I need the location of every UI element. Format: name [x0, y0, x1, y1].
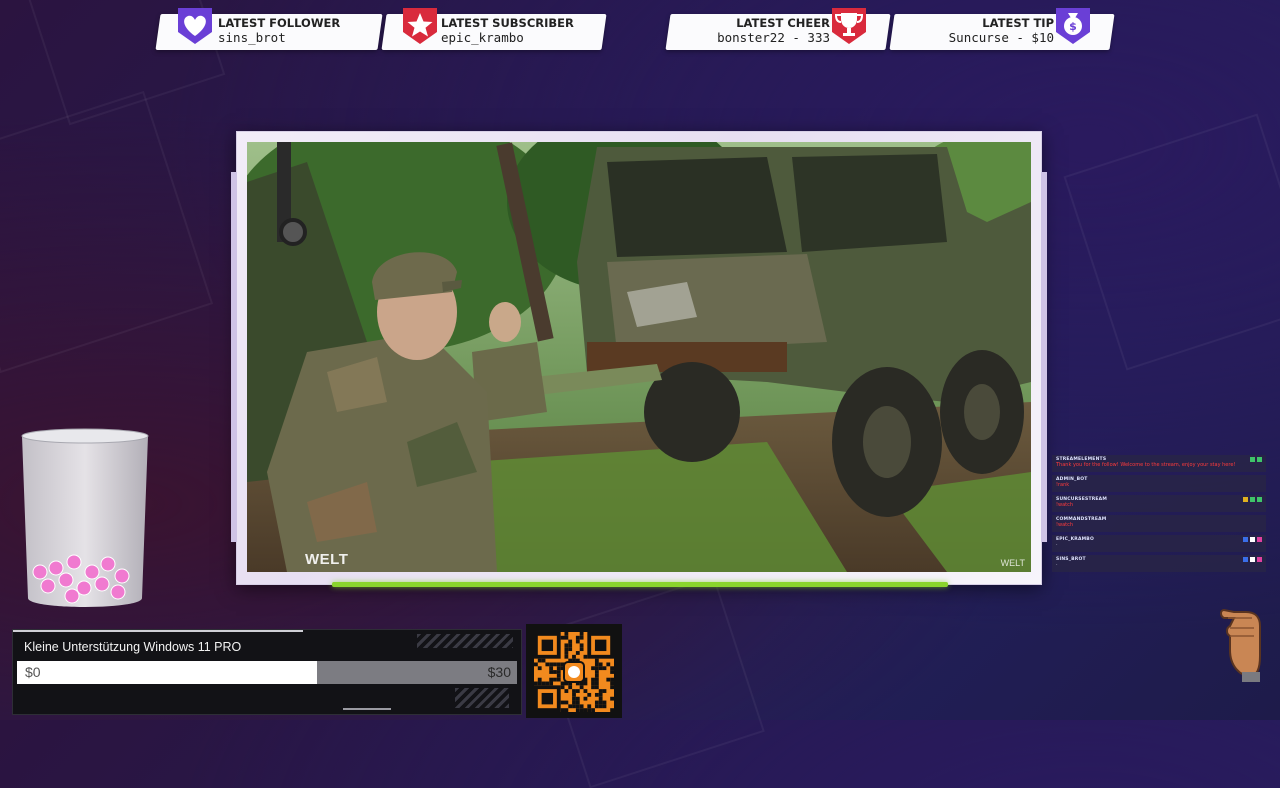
- chat-badge-icon: [1257, 557, 1262, 562]
- goal-bottom-line: [343, 708, 391, 710]
- chat-badges: [1243, 557, 1262, 562]
- money-bag-icon: $: [1056, 8, 1090, 44]
- chat-badges: [1243, 497, 1262, 502]
- heart-icon: [178, 8, 212, 44]
- goal-min-value: $0: [25, 664, 41, 680]
- latest-subscriber-value: epic_krambo: [441, 30, 524, 45]
- video-scene: [247, 142, 1031, 572]
- chat-badge-icon: [1257, 457, 1262, 462]
- latest-follower-title: LATEST FOLLOWER: [218, 16, 341, 30]
- pointing-hand-icon: [1220, 608, 1261, 682]
- background-shape: [1063, 113, 1280, 371]
- chat-badges: [1250, 457, 1262, 462]
- chat-text: Thank you for the follow! Welcome to the…: [1056, 462, 1236, 468]
- goal-label: Kleine Unterstützung Windows 11 PRO: [24, 640, 242, 654]
- latest-tip-title: LATEST TIP: [982, 16, 1054, 30]
- chat-panel: STREAMELEMENTS Thank you for the follow! …: [1052, 455, 1266, 575]
- frame-accent-bar: [332, 582, 948, 587]
- goal-stripes-bottom: [455, 688, 509, 708]
- chat-message: COMMANDSTREAM !watch: [1052, 515, 1266, 532]
- star-icon: [403, 8, 437, 44]
- goal-progress-fill: [17, 661, 317, 684]
- chat-badge-icon: [1243, 497, 1248, 502]
- chat-text: ·: [1056, 542, 1058, 548]
- donation-goal-widget: Kleine Unterstützung Windows 11 PRO $0 $…: [12, 629, 522, 715]
- latest-cheer-title: LATEST CHEER: [736, 16, 830, 30]
- chat-text: !watch: [1056, 522, 1074, 528]
- goal-max-value: $30: [487, 664, 511, 680]
- chat-badges: [1243, 537, 1262, 542]
- video-frame: WELT WELT: [231, 131, 1047, 585]
- trophy-icon: [832, 8, 866, 44]
- chat-badge-icon: [1250, 497, 1255, 502]
- chat-message: ADMIN_BOT !rank: [1052, 475, 1266, 492]
- qr-code[interactable]: [526, 624, 622, 718]
- goal-top-line: [13, 630, 303, 632]
- chat-text: !watch: [1056, 502, 1074, 508]
- video-player[interactable]: WELT WELT: [247, 142, 1031, 572]
- chat-badge-icon: [1250, 537, 1255, 542]
- chat-badge-icon: [1250, 557, 1255, 562]
- latest-follower-value: sins_brot: [218, 30, 286, 45]
- chat-message: SINS_BROT ·: [1052, 555, 1266, 572]
- chat-badge-icon: [1257, 497, 1262, 502]
- tip-jar-glass: [21, 428, 149, 607]
- chat-text: ·: [1056, 562, 1058, 568]
- video-watermark: WELT: [305, 551, 349, 568]
- latest-cheer-value: bonster22 - 333: [717, 30, 830, 45]
- chat-text: !rank: [1056, 482, 1070, 488]
- chat-message: EPIC_KRAMBO ·: [1052, 535, 1266, 552]
- chat-message: STREAMELEMENTS Thank you for the follow! …: [1052, 455, 1266, 472]
- latest-tip-value: Suncurse - $10: [948, 30, 1054, 45]
- chat-message: SUNCURSESTREAM !watch: [1052, 495, 1266, 512]
- frame-edge-left: [231, 172, 237, 542]
- latest-subscriber-title: LATEST SUBSCRIBER: [441, 16, 574, 30]
- background-shape: [0, 90, 214, 374]
- chat-badge-icon: [1257, 537, 1262, 542]
- frame-edge-right: [1041, 172, 1047, 542]
- svg-text:$: $: [1069, 20, 1077, 33]
- video-watermark-corner: WELT: [1000, 558, 1025, 568]
- chat-badge-icon: [1250, 457, 1255, 462]
- chat-badge-icon: [1243, 537, 1248, 542]
- goal-stripes-top: [417, 634, 513, 648]
- goal-progress-bar: $0 $30: [17, 661, 517, 684]
- chat-badge-icon: [1243, 557, 1248, 562]
